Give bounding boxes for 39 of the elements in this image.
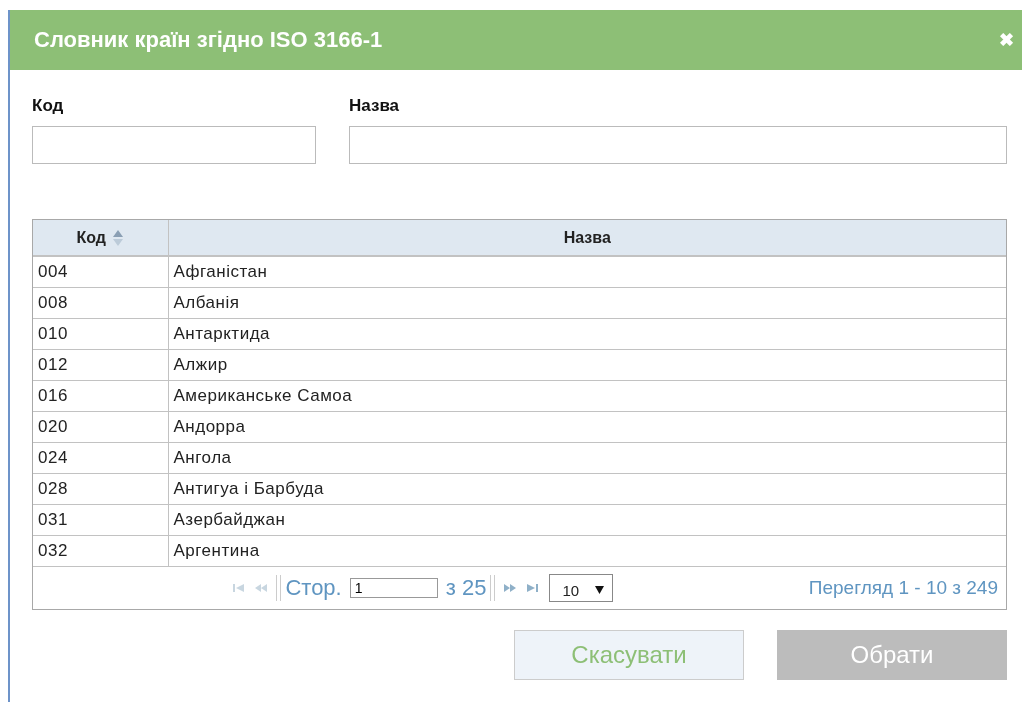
table-cell: 004 xyxy=(33,256,168,288)
filter-field[interactable] xyxy=(349,126,1007,164)
table-cell: Афганістан xyxy=(168,256,1006,288)
table-cell: Антарктида xyxy=(168,318,1006,350)
table-cell: 028 xyxy=(33,473,168,505)
double-right-arrow-icon xyxy=(503,582,518,594)
table-cell: 024 xyxy=(33,442,168,474)
table-cell: Ангола xyxy=(168,442,1006,474)
table-cell: 012 xyxy=(33,349,168,381)
table-cell: Андорра xyxy=(168,411,1006,443)
table-cell: Алжир xyxy=(168,349,1006,381)
table-cell: 008 xyxy=(33,287,168,319)
table-cell: Антигуа і Барбуда xyxy=(168,473,1006,505)
column-header[interactable]: Код xyxy=(33,220,168,256)
table-cell: Албанія xyxy=(168,287,1006,319)
column-label: Назва xyxy=(563,228,611,247)
double-left-arrow-icon xyxy=(254,582,269,594)
table-cell: Аргентина xyxy=(168,535,1006,567)
table-cell: 010 xyxy=(33,318,168,350)
column-label: Код xyxy=(76,228,106,247)
table-cell: 020 xyxy=(33,411,168,443)
page-count: з 25 xyxy=(445,575,487,601)
column-header[interactable]: Назва xyxy=(168,220,1006,256)
dropdown-icon xyxy=(595,586,605,594)
table-cell: 032 xyxy=(33,535,168,567)
skip-end-icon xyxy=(525,582,540,594)
record-summary: Перегляд 1 - 10 з 249 xyxy=(808,577,998,599)
field-label: Код xyxy=(32,96,65,116)
page-field[interactable]: 1 xyxy=(349,578,438,598)
table-cell: 016 xyxy=(33,380,168,412)
skip-start-icon xyxy=(232,582,247,594)
page-size-dropdown[interactable]: 10 xyxy=(549,574,614,602)
filter-field[interactable] xyxy=(32,126,316,164)
page-label: Стор. xyxy=(285,575,342,601)
dialog-title: Словник країн згідно ISO 3166-1 xyxy=(34,27,383,53)
table-cell: Азербайджан xyxy=(168,504,1006,536)
field-label: Назва xyxy=(349,96,401,116)
table-cell: 031 xyxy=(33,504,168,536)
table-cell: Американське Самоа xyxy=(168,380,1006,412)
